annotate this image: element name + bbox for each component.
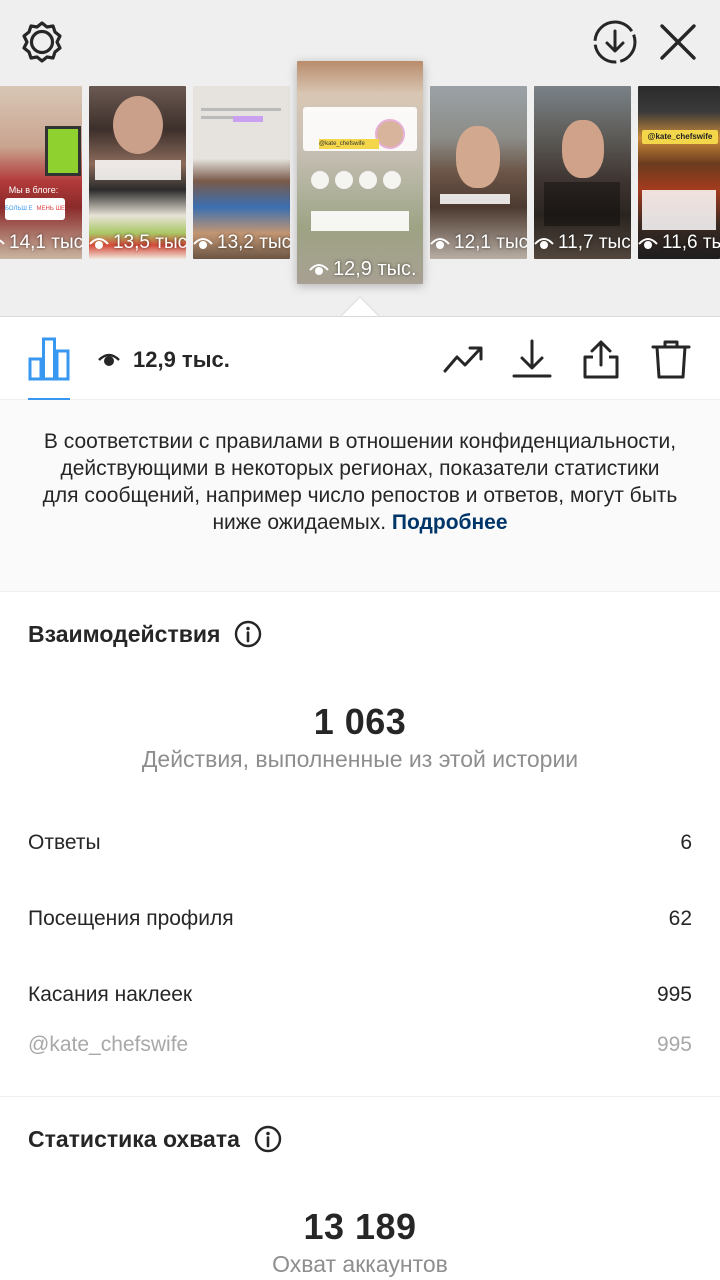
save-story-icon[interactable]	[592, 19, 638, 65]
story-thumbnail[interactable]: 12,1 тыс.	[430, 86, 527, 259]
thumbnail-avatar	[375, 119, 405, 149]
views-count: 13,2 тыс.	[217, 232, 290, 253]
views-count: 11,7 тыс.	[558, 232, 631, 253]
views-count: 12,9 тыс.	[133, 347, 230, 372]
mention-sticker-label[interactable]: @kate_chefswife	[28, 1033, 188, 1057]
delete-trash-icon[interactable]	[651, 339, 691, 379]
views-count: 14,1 тыс.	[9, 232, 82, 253]
thumbnail-photo	[562, 120, 604, 178]
eye-icon	[430, 238, 450, 249]
story-thumbnail-selected[interactable]: @kate_chefswife 12,9 тыс.	[297, 61, 423, 284]
story-thumbnail[interactable]: 13,5 тыс.	[89, 86, 186, 259]
eye-icon	[309, 264, 329, 275]
eye-icon	[534, 238, 554, 249]
info-icon[interactable]	[254, 1125, 282, 1153]
thumbnail-text-block	[311, 211, 409, 231]
poll-option: БОЛЬШ Е	[5, 206, 33, 212]
sticker-taps-value: 995	[656, 983, 692, 1006]
insights-toolbar: 12,9 тыс.	[0, 316, 720, 401]
eye-icon	[193, 238, 213, 249]
mention-sticker-value: 995	[656, 1033, 692, 1056]
interactions-section-title: Взаимодействия	[28, 620, 262, 648]
thumbnail-photo	[456, 126, 500, 188]
thumbnail-views: 14,1 тыс.	[0, 231, 82, 255]
sticker-taps-label: Касания наклеек	[28, 983, 193, 1006]
profile-visits-value: 62	[668, 907, 692, 930]
thumbnail-views: 12,1 тыс.	[430, 231, 527, 255]
thumbnail-mention: @kate_chefswife	[319, 139, 379, 149]
thumbnail-text-block	[95, 160, 181, 180]
learn-more-link[interactable]: Подробнее	[392, 511, 508, 534]
settings-gear-icon[interactable]	[20, 20, 64, 64]
story-thumbnail[interactable]: Мы в блоге: БОЛЬШ Е МЕНЬ ШЕ 14,1 тыс.	[0, 86, 82, 259]
thumbnail-text-block	[544, 182, 620, 226]
eye-icon	[0, 239, 5, 245]
thumbnail-text-line	[201, 108, 281, 111]
thumbnail-text-block	[642, 190, 716, 230]
selected-story-pointer	[340, 296, 380, 318]
views-count: 12,9 тыс.	[333, 257, 417, 280]
story-thumbnail[interactable]: 13,2 тыс.	[193, 86, 290, 259]
views-count: 13,5 тыс.	[113, 232, 186, 253]
thumbnail-circles	[311, 171, 401, 189]
promote-trend-icon[interactable]	[443, 339, 483, 379]
section-title-text: Взаимодействия	[28, 620, 221, 647]
poll-option: МЕНЬ ШЕ	[36, 206, 65, 212]
thumbnail-views: 11,7 тыс.	[534, 231, 631, 255]
reach-section-title: Статистика охвата	[28, 1125, 282, 1153]
replies-label: Ответы	[28, 831, 101, 854]
story-thumbnail[interactable]: 11,7 тыс.	[534, 86, 631, 259]
story-viewer-header: Мы в блоге: БОЛЬШ Е МЕНЬ ШЕ 14,1 тыс. 13…	[0, 0, 720, 318]
reach-total-label: Охват аккаунтов	[272, 1251, 448, 1277]
thumbnail-views: 13,5 тыс.	[89, 231, 186, 255]
share-icon[interactable]	[581, 339, 621, 379]
views-count: 12,1 тыс.	[454, 232, 527, 253]
thumbnail-text-block	[440, 194, 510, 204]
privacy-notice-text: В соответствии с правилами в отношении к…	[42, 430, 678, 534]
replies-value: 6	[680, 831, 692, 854]
reach-total: 13 189	[303, 1206, 417, 1247]
thumbnail-photo	[45, 126, 81, 176]
thumbnail-mention: @kate_chefswife	[642, 130, 718, 144]
thumbnail-views: 13,2 тыс.	[193, 231, 290, 255]
interactions-total: 1 063	[313, 701, 407, 742]
download-icon[interactable]	[512, 339, 552, 379]
story-thumbnail[interactable]: @kate_chefswife 11,6 тыс.	[638, 86, 720, 259]
eye-icon	[638, 238, 658, 249]
poll-sticker: БОЛЬШ Е МЕНЬ ШЕ	[5, 198, 65, 220]
thumbnail-photo	[113, 96, 163, 154]
eye-icon	[98, 353, 120, 366]
profile-visits-label: Посещения профиля	[28, 907, 234, 930]
insights-tab-bar-chart-icon[interactable]	[28, 337, 70, 381]
thumbnail-views: 12,9 тыс.	[309, 257, 417, 281]
thumbnail-caption: Мы в блоге:	[8, 185, 59, 195]
section-title-text: Статистика охвата	[28, 1125, 240, 1152]
views-count: 11,6 тыс.	[662, 232, 720, 253]
eye-icon	[89, 238, 109, 249]
interactions-total-label: Действия, выполненные из этой истории	[141, 746, 579, 772]
info-icon[interactable]	[234, 620, 262, 648]
close-icon[interactable]	[656, 20, 700, 64]
section-divider	[0, 1096, 720, 1097]
thumbnail-views: 11,6 тыс.	[638, 231, 720, 255]
privacy-notice: В соответствии с правилами в отношении к…	[0, 400, 720, 592]
thumbnail-highlight	[233, 116, 263, 122]
